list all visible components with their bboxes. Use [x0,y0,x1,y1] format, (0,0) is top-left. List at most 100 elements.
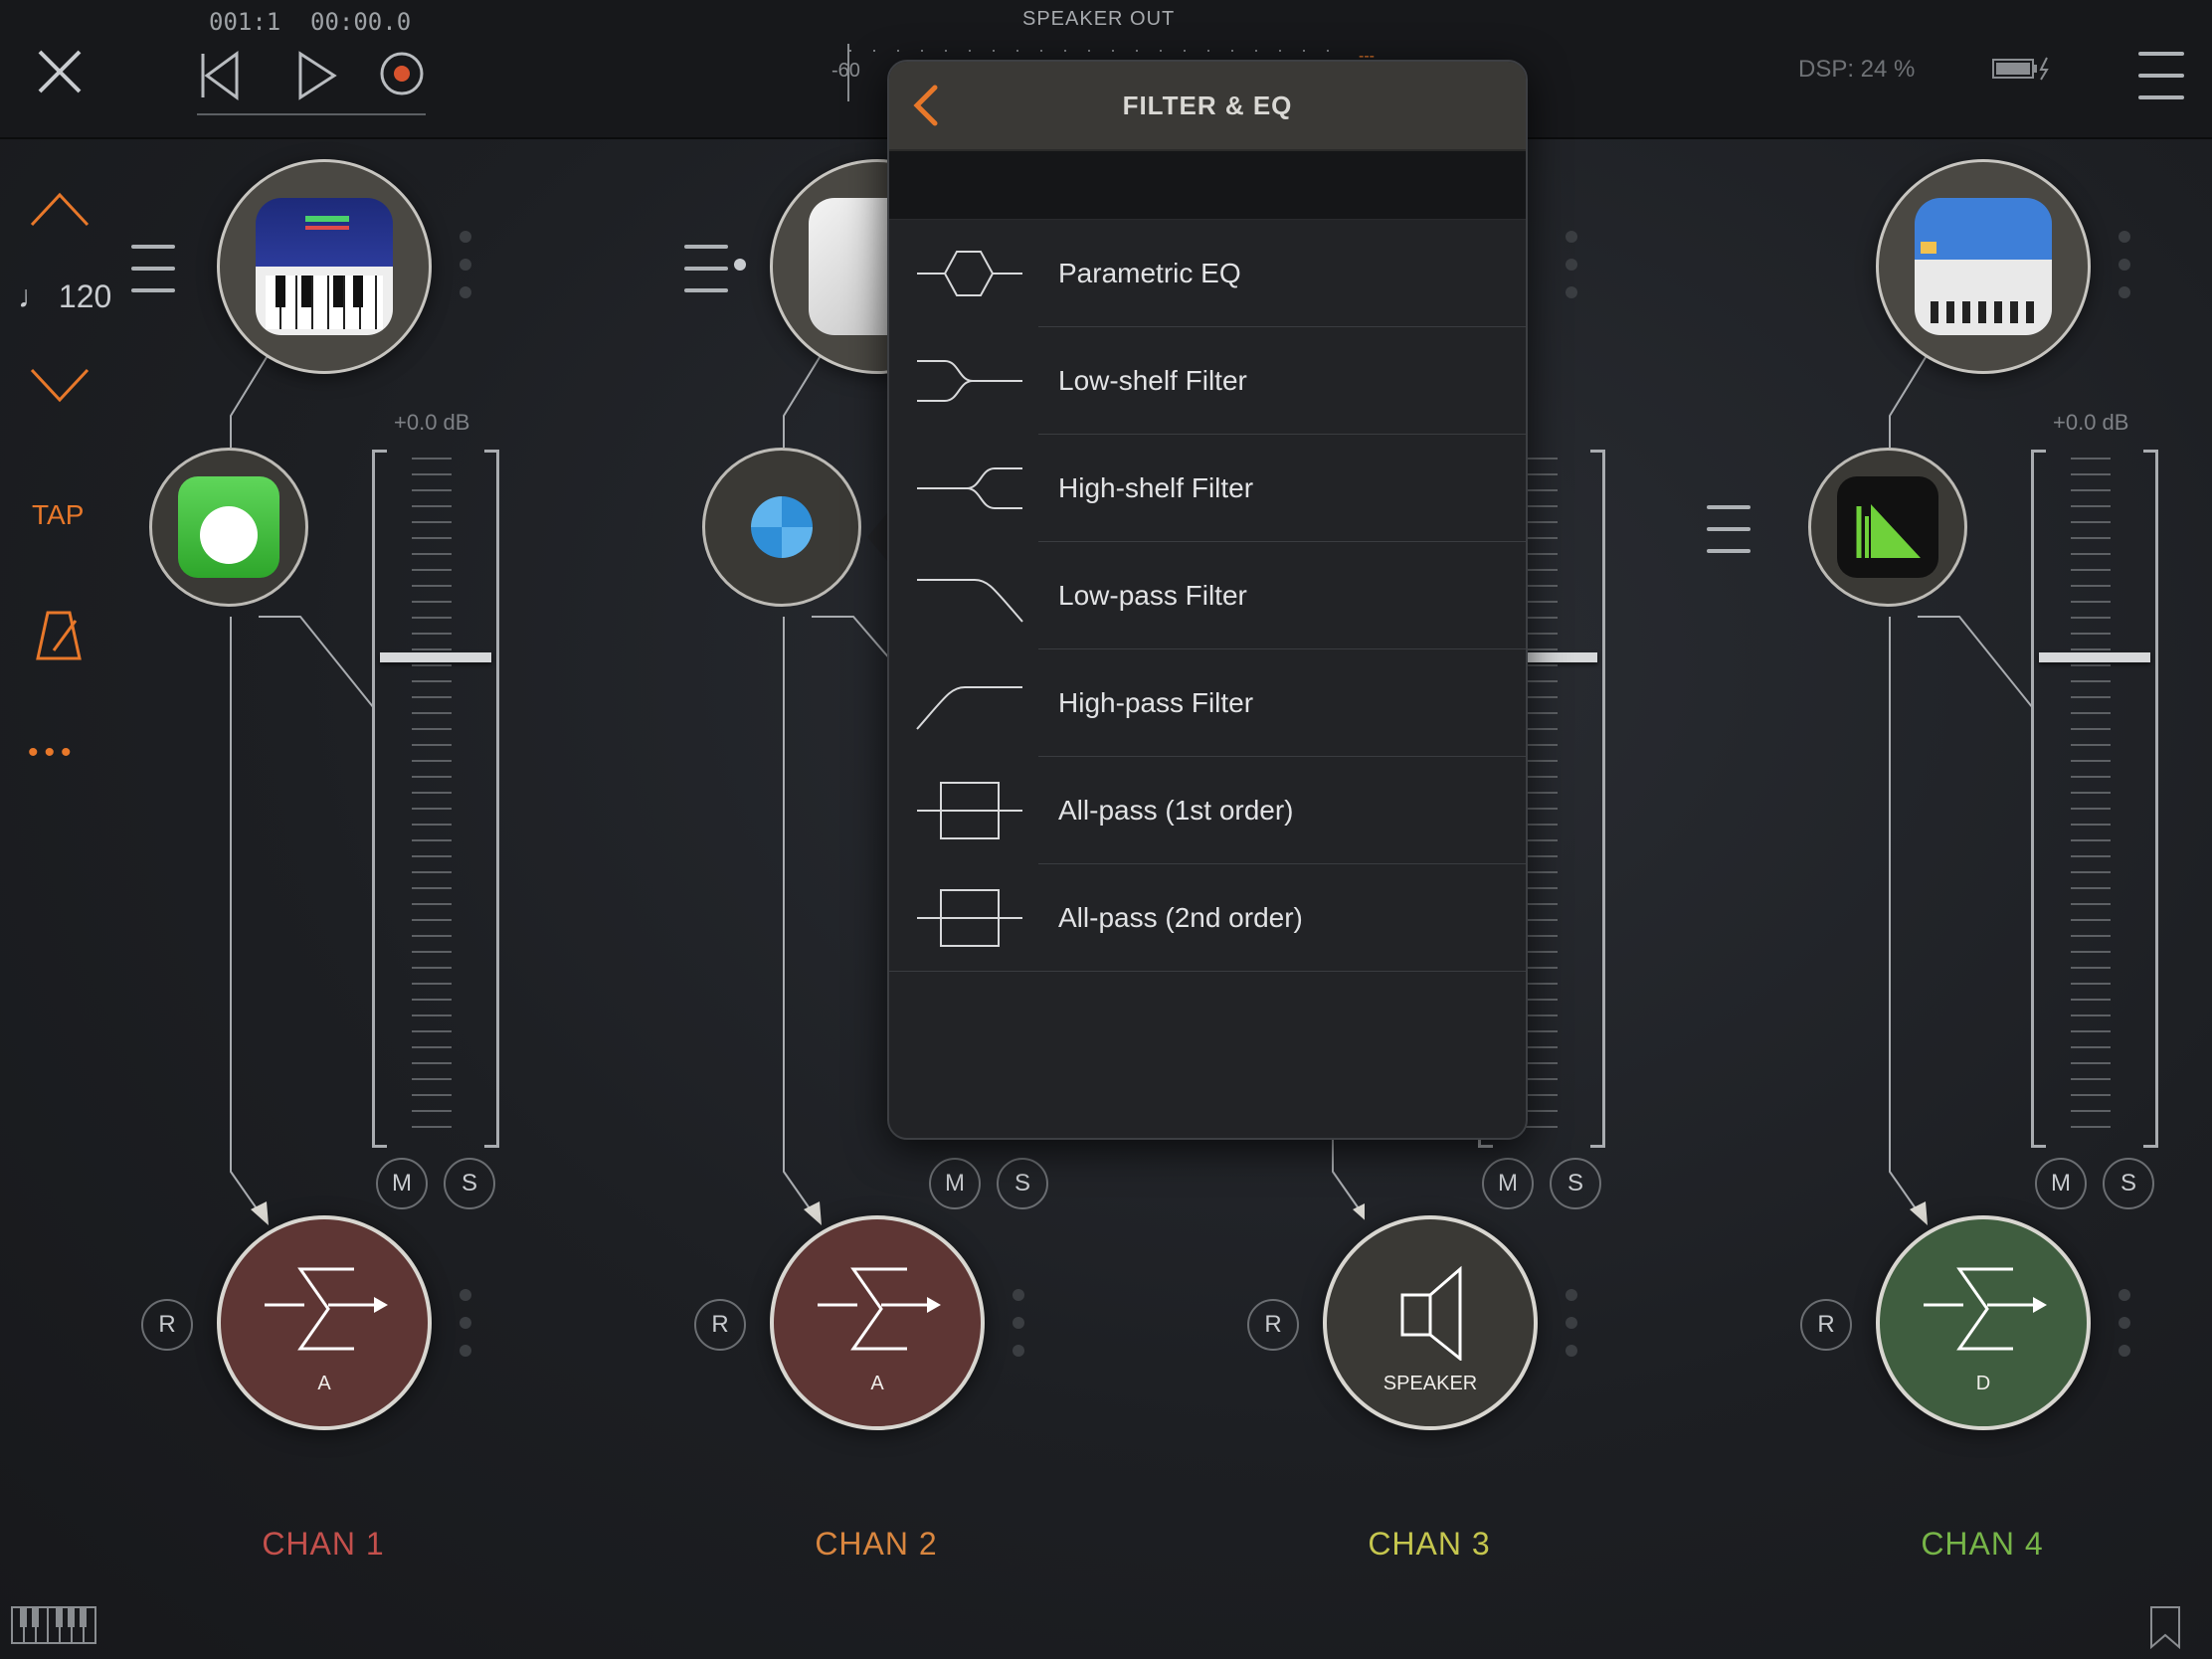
main-menu-icon[interactable] [2138,52,2184,117]
filter-item-label: All-pass (1st order) [1058,795,1294,826]
battery-icon [1991,56,2053,82]
transport-position: 001:1 [209,8,281,36]
bus-name-1: A [317,1373,331,1394]
close-icon[interactable] [36,48,84,95]
filter-item-label: Low-shelf Filter [1058,365,1247,396]
bus-options-icon-2[interactable] [1013,1289,1024,1373]
filter-item-all-pass-1[interactable]: All-pass (1st order) [889,757,1526,864]
record-icon[interactable] [378,50,426,97]
sum-bus-icon [818,1267,941,1351]
filter-item-all-pass-2[interactable]: All-pass (2nd order) [889,864,1526,972]
filter-item-high-shelf[interactable]: High-shelf Filter [889,435,1526,542]
analyzer-app-icon [1837,476,1938,578]
low-pass-icon [917,579,1023,623]
routing-lines-3 [1332,1134,1365,1220]
filter-item-low-pass[interactable]: Low-pass Filter [889,542,1526,649]
volume-fader-1[interactable] [372,450,499,1148]
popover-header: FILTER & EQ [889,62,1526,151]
instrument-slot-synth[interactable] [217,159,432,374]
bookmark-icon[interactable] [2148,1605,2182,1650]
filter-item-label: High-pass Filter [1058,687,1254,718]
mute-button-3[interactable]: M [1482,1158,1534,1209]
all-pass-1-icon [917,782,1022,839]
drum-machine-icon [1915,198,2052,335]
output-bus-3[interactable]: SPEAKER [1323,1215,1538,1430]
effect-menu-icon[interactable] [1707,505,1751,571]
bomb-app-icon [178,476,279,578]
record-arm-button-3[interactable]: R [1247,1299,1299,1351]
channel-name-2[interactable]: CHAN 2 [727,1526,1025,1563]
filter-eq-popover: FILTER & EQ Parametric EQ Low-shelf Filt… [887,60,1528,1140]
transport-time: 00:00.0 [310,8,412,36]
output-bus-2[interactable]: A [770,1215,985,1430]
speaker-icon [1400,1265,1462,1361]
solo-button-1[interactable]: S [444,1158,495,1209]
metronome-icon[interactable] [34,611,84,662]
channel-name-1[interactable]: CHAN 1 [174,1526,472,1563]
filter-item-label: All-pass (2nd order) [1058,902,1303,933]
gain-readout-4: +0.0 dB [2053,410,2129,435]
instrument-options-icon[interactable] [460,231,471,314]
fader-knob[interactable] [2039,652,2150,662]
bus-name-4: D [1975,1373,1991,1394]
mute-button-2[interactable]: M [929,1158,981,1209]
mute-button-4[interactable]: M [2035,1158,2087,1209]
output-bus-1[interactable]: A [217,1215,432,1430]
instrument-menu-icon[interactable] [131,245,175,310]
fader-knob[interactable] [380,652,491,662]
popover-title: FILTER & EQ [1122,90,1293,120]
filter-item-label: High-shelf Filter [1058,472,1254,503]
filter-item-label: Parametric EQ [1058,258,1241,288]
bus-options-icon-4[interactable] [2119,1289,2130,1373]
dsp-load: DSP: 24 % [1798,56,1916,83]
solo-button-4[interactable]: S [2103,1158,2154,1209]
filter-item-parametric-eq[interactable]: Parametric EQ [889,220,1526,327]
low-shelf-icon [917,360,1022,402]
channel-name-4[interactable]: CHAN 4 [1833,1526,2131,1563]
sum-bus-icon [265,1267,388,1351]
sum-bus-icon [1924,1267,2047,1351]
output-bus-4[interactable]: D [1876,1215,2091,1430]
bus-name-3: SPEAKER [1382,1373,1478,1394]
gain-readout-1: +0.0 dB [394,410,470,435]
volume-fader-4[interactable] [2031,450,2158,1148]
tempo-up-icon[interactable] [28,189,92,229]
solo-button-2[interactable]: S [997,1158,1048,1209]
tempo-down-icon[interactable] [28,366,92,406]
parametric-eq-icon [917,251,1022,296]
channel-name-3[interactable]: CHAN 3 [1280,1526,1578,1563]
record-arm-button-4[interactable]: R [1800,1299,1852,1351]
tempo-value[interactable]: ♩ 120 [18,278,111,315]
bus-name-2: A [870,1373,884,1394]
bus-options-icon-1[interactable] [460,1289,471,1373]
effect-slot-4[interactable] [1808,448,1967,607]
filter-item-high-pass[interactable]: High-pass Filter [889,649,1526,757]
instrument-menu-icon[interactable] [684,245,728,310]
meter-title: SPEAKER OUT [1022,8,1176,30]
filter-effect-icon [751,496,813,558]
keyboard-icon[interactable] [10,1605,97,1645]
tap-tempo-button[interactable]: TAP [32,499,84,531]
record-arm-button-2[interactable]: R [694,1299,746,1351]
active-indicator [734,259,746,271]
bus-options-icon-3[interactable] [1566,1289,1577,1373]
play-icon[interactable] [296,50,340,101]
high-pass-icon [916,686,1022,730]
mute-button-1[interactable]: M [376,1158,428,1209]
filter-item-low-shelf[interactable]: Low-shelf Filter [889,327,1526,435]
popover-arrow [867,511,889,563]
instrument-options-icon[interactable] [2119,231,2130,314]
record-arm-button-1[interactable]: R [141,1299,193,1351]
more-options-button[interactable]: ••• [28,736,78,770]
back-icon[interactable] [907,84,947,127]
all-pass-2-icon [917,889,1022,947]
popover-band [889,151,1526,220]
instrument-options-icon[interactable] [1566,231,1577,314]
effect-slot-1[interactable] [149,448,308,607]
instrument-slot-drum[interactable] [1876,159,2091,374]
high-shelf-icon [917,467,1022,509]
synth-keyboard-icon [256,198,393,335]
effect-slot-2[interactable] [702,448,861,607]
rewind-icon[interactable] [197,50,245,101]
solo-button-3[interactable]: S [1550,1158,1601,1209]
